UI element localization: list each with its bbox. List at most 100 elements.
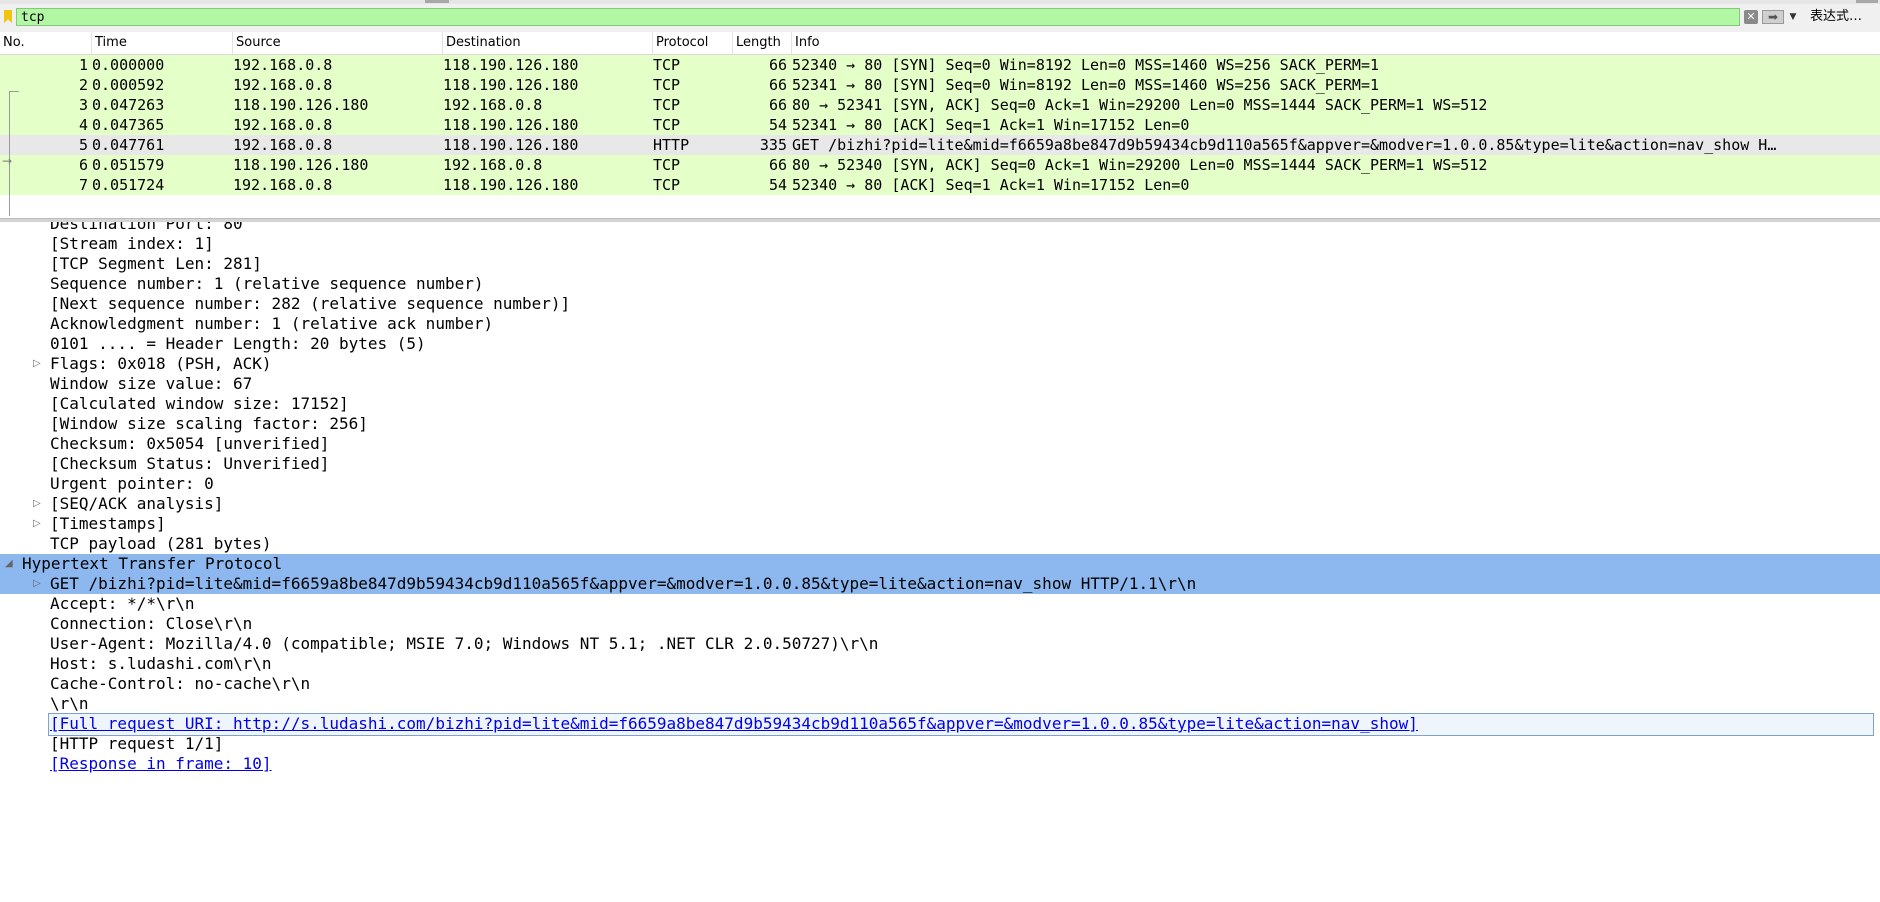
detail-text: Host: s.ludashi.com\r\n xyxy=(50,654,272,673)
detail-tree-item[interactable]: Cache-Control: no-cache\r\n xyxy=(0,674,1880,694)
packet-time: 0.047365 xyxy=(92,116,165,134)
detail-text: Flags: 0x018 (PSH, ACK) xyxy=(50,354,272,373)
packet-info: 52341 → 80 [SYN] Seq=0 Win=8192 Len=0 MS… xyxy=(792,76,1379,94)
detail-text: User-Agent: Mozilla/4.0 (compatible; MSI… xyxy=(50,634,879,653)
conversation-bracket-line xyxy=(9,91,19,92)
packet-source: 192.168.0.8 xyxy=(233,76,333,94)
packet-row[interactable]: 7 0.051724 192.168.0.8 118.190.126.180 T… xyxy=(0,175,1880,195)
packet-info: 52341 → 80 [ACK] Seq=1 Ack=1 Win=17152 L… xyxy=(792,116,1190,134)
packet-row[interactable]: 4 0.047365 192.168.0.8 118.190.126.180 T… xyxy=(0,115,1880,135)
detail-tree-item[interactable]: Destination Port: 80 xyxy=(0,222,1880,234)
detail-tree-item[interactable]: [Next sequence number: 282 (relative seq… xyxy=(0,294,1880,314)
column-header-source[interactable]: Source xyxy=(233,32,443,54)
packet-length: 66 xyxy=(768,96,787,114)
detail-tree-item[interactable]: Host: s.ludashi.com\r\n xyxy=(0,654,1880,674)
detail-tree-item[interactable]: Connection: Close\r\n xyxy=(0,614,1880,634)
column-header-destination[interactable]: Destination xyxy=(443,32,653,54)
column-header-no[interactable]: No. xyxy=(0,32,92,54)
detail-tree-item[interactable]: [Window size scaling factor: 256] xyxy=(0,414,1880,434)
packet-row[interactable]: 3 0.047263 118.190.126.180 192.168.0.8 T… xyxy=(0,95,1880,115)
display-filter-toolbar: tcp ✕ ➡ ▼ 表达式… xyxy=(0,0,1880,33)
detail-text: Cache-Control: no-cache\r\n xyxy=(50,674,311,693)
detail-tree-item[interactable]: ▷ [SEQ/ACK analysis] xyxy=(0,494,1880,514)
packet-destination: 118.190.126.180 xyxy=(443,136,579,154)
detail-tree-item[interactable]: \r\n xyxy=(0,694,1880,714)
packet-protocol: TCP xyxy=(653,76,681,94)
bookmark-icon[interactable] xyxy=(4,10,12,23)
detail-tree-item[interactable]: ▷ [Timestamps] xyxy=(0,514,1880,534)
detail-tree-item[interactable]: [Checksum Status: Unverified] xyxy=(0,454,1880,474)
detail-tree-item[interactable]: [Calculated window size: 17152] xyxy=(0,394,1880,414)
detail-tree-item[interactable]: Accept: */*\r\n xyxy=(0,594,1880,614)
detail-text: Checksum: 0x5054 [unverified] xyxy=(50,434,330,453)
detail-text: Sequence number: 1 (relative sequence nu… xyxy=(50,274,484,293)
detail-tree-item[interactable]: [Stream index: 1] xyxy=(0,234,1880,254)
packet-destination: 118.190.126.180 xyxy=(443,116,579,134)
detail-tree-item[interactable]: [Response in frame: 10] xyxy=(0,754,1880,774)
column-header-protocol[interactable]: Protocol xyxy=(653,32,733,54)
detail-text: GET /bizhi?pid=lite&mid=f6659a8be847d9b5… xyxy=(50,574,1197,593)
packet-time: 0.047263 xyxy=(92,96,165,114)
detail-tree-item[interactable]: [HTTP request 1/1] xyxy=(0,734,1880,754)
detail-tree-item[interactable]: Window size value: 67 xyxy=(0,374,1880,394)
packet-number: 2 xyxy=(78,76,88,94)
detail-tree-item[interactable]: ▷ Flags: 0x018 (PSH, ACK) xyxy=(0,354,1880,374)
packet-length: 66 xyxy=(768,156,787,174)
detail-text: TCP payload (281 bytes) xyxy=(50,534,272,553)
chevron-down-icon[interactable]: ▼ xyxy=(1786,10,1800,24)
detail-tree-item[interactable]: [Full request URI: http://s.ludashi.com/… xyxy=(0,713,1880,736)
packet-number: 7 xyxy=(78,176,88,194)
packet-time: 0.051724 xyxy=(92,176,165,194)
display-filter-input[interactable]: tcp xyxy=(16,8,1740,26)
packet-protocol: HTTP xyxy=(653,136,690,154)
detail-link[interactable]: [Full request URI: http://s.ludashi.com/… xyxy=(50,714,1418,734)
detail-tree-item-selected[interactable]: ◢ Hypertext Transfer Protocol xyxy=(0,554,1880,574)
detail-tree-item[interactable]: [TCP Segment Len: 281] xyxy=(0,254,1880,274)
packet-list[interactable]: 1 0.000000 192.168.0.8 118.190.126.180 T… xyxy=(0,55,1880,218)
packet-row[interactable]: 6 0.051579 118.190.126.180 192.168.0.8 T… xyxy=(0,155,1880,175)
detail-text: [Window size scaling factor: 256] xyxy=(50,414,368,433)
packet-row-selected[interactable]: 5 0.047761 192.168.0.8 118.190.126.180 H… xyxy=(0,135,1880,155)
detail-text: Acknowledgment number: 1 (relative ack n… xyxy=(50,314,494,333)
detail-tree-item[interactable]: Sequence number: 1 (relative sequence nu… xyxy=(0,274,1880,294)
packet-source: 192.168.0.8 xyxy=(233,116,333,134)
detail-tree-item[interactable]: User-Agent: Mozilla/4.0 (compatible; MSI… xyxy=(0,634,1880,654)
packet-source: 192.168.0.8 xyxy=(233,176,333,194)
splitter-handle-right[interactable] xyxy=(1856,0,1878,3)
packet-row[interactable]: 1 0.000000 192.168.0.8 118.190.126.180 T… xyxy=(0,55,1880,75)
packet-number: 3 xyxy=(78,96,88,114)
packet-protocol: TCP xyxy=(653,56,681,74)
clear-icon[interactable]: ✕ xyxy=(1744,10,1758,24)
packet-length: 66 xyxy=(768,56,787,74)
detail-text: Accept: */*\r\n xyxy=(50,594,195,613)
packet-info: GET /bizhi?pid=lite&mid=f6659a8be847d9b5… xyxy=(792,136,1777,154)
detail-tree-item[interactable]: 0101 .... = Header Length: 20 bytes (5) xyxy=(0,334,1880,354)
column-header-length[interactable]: Length xyxy=(733,32,792,54)
detail-tree-item[interactable]: Urgent pointer: 0 xyxy=(0,474,1880,494)
packet-source: 118.190.126.180 xyxy=(233,96,369,114)
packet-length: 66 xyxy=(768,76,787,94)
packet-details-pane[interactable]: Destination Port: 80 [Stream index: 1] [TC… xyxy=(0,222,1880,902)
apply-arrow-icon[interactable]: ➡ xyxy=(1762,10,1784,24)
packet-destination: 118.190.126.180 xyxy=(443,56,579,74)
detail-link[interactable]: [Response in frame: 10] xyxy=(50,754,272,774)
detail-tree-item[interactable]: Checksum: 0x5054 [unverified] xyxy=(0,434,1880,454)
expression-button[interactable]: 表达式… xyxy=(1806,7,1866,27)
packet-time: 0.000000 xyxy=(92,56,165,74)
packet-protocol: TCP xyxy=(653,176,681,194)
column-header-info[interactable]: Info xyxy=(792,32,1880,54)
packet-row[interactable]: 2 0.000592 192.168.0.8 118.190.126.180 T… xyxy=(0,75,1880,95)
detail-text: [Calculated window size: 17152] xyxy=(50,394,349,413)
detail-text: Hypertext Transfer Protocol xyxy=(22,554,283,573)
column-header-time[interactable]: Time xyxy=(92,32,233,54)
packet-info: 52340 → 80 [ACK] Seq=1 Ack=1 Win=17152 L… xyxy=(792,176,1190,194)
detail-text: [Timestamps] xyxy=(50,514,166,533)
related-packet-arrow-icon: → xyxy=(2,154,13,168)
packet-destination: 118.190.126.180 xyxy=(443,176,579,194)
splitter-handle[interactable] xyxy=(425,0,449,3)
packet-info: 80 → 52341 [SYN, ACK] Seq=0 Ack=1 Win=29… xyxy=(792,96,1488,114)
detail-tree-item[interactable]: TCP payload (281 bytes) xyxy=(0,534,1880,554)
packet-source: 192.168.0.8 xyxy=(233,136,333,154)
detail-tree-item-selected[interactable]: ▷ GET /bizhi?pid=lite&mid=f6659a8be847d9b… xyxy=(0,574,1880,594)
detail-tree-item[interactable]: Acknowledgment number: 1 (relative ack n… xyxy=(0,314,1880,334)
